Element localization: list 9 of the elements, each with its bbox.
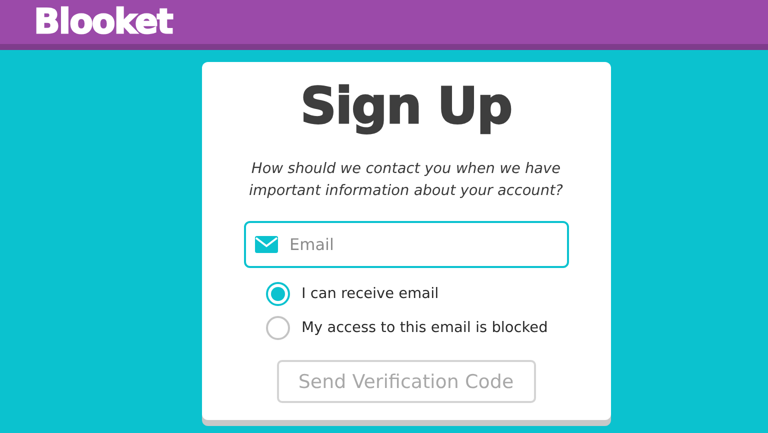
- email-field[interactable]: Email: [244, 221, 568, 268]
- logo[interactable]: Blooket: [34, 2, 172, 42]
- envelope-icon: [254, 236, 278, 253]
- radio-button[interactable]: [266, 282, 290, 306]
- option-label: My access to this email is blocked: [302, 320, 548, 336]
- prompt-text: How should we contact you when we have important information about your account?: [248, 160, 564, 201]
- page-title: Sign Up: [300, 76, 512, 136]
- option-label: I can receive email: [302, 286, 439, 302]
- radio-button[interactable]: [266, 316, 290, 340]
